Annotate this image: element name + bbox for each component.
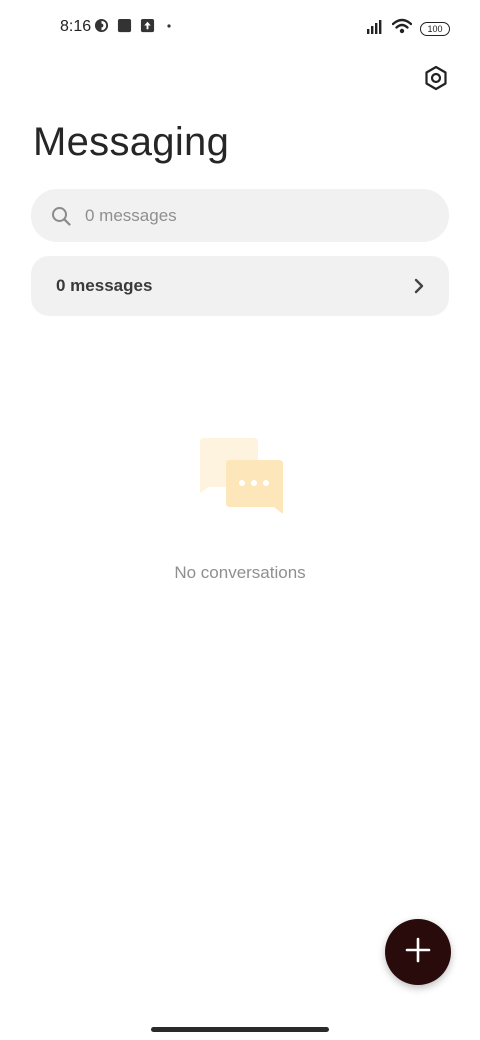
chevron-right-icon bbox=[413, 277, 425, 295]
messages-row[interactable]: 0 messages bbox=[31, 256, 449, 316]
status-bar: 8:16 100 bbox=[0, 0, 480, 56]
settings-icon bbox=[423, 65, 449, 96]
upload-notification-icon bbox=[140, 18, 155, 38]
page-title: Messaging bbox=[33, 120, 230, 164]
messages-row-label: 0 messages bbox=[56, 276, 153, 295]
app-notification-icon bbox=[94, 18, 109, 38]
status-right-icons: 100 bbox=[366, 18, 450, 39]
signal-icon bbox=[366, 19, 384, 39]
wifi-icon bbox=[391, 18, 413, 39]
search-bar[interactable] bbox=[31, 189, 449, 242]
home-indicator[interactable] bbox=[151, 1027, 329, 1032]
search-icon bbox=[50, 205, 72, 227]
plus-icon bbox=[405, 937, 431, 968]
chat-bubbles-icon bbox=[194, 435, 286, 517]
settings-button[interactable] bbox=[422, 65, 450, 96]
dot-icon bbox=[163, 19, 175, 37]
status-left-icons bbox=[94, 18, 175, 38]
search-input[interactable] bbox=[83, 204, 417, 227]
battery-icon: 100 bbox=[420, 21, 450, 36]
square-notification-icon bbox=[117, 18, 132, 38]
battery-level: 100 bbox=[427, 23, 443, 34]
status-time: 8:16 bbox=[60, 18, 92, 35]
empty-state-text: No conversations bbox=[174, 563, 306, 582]
new-conversation-button[interactable] bbox=[385, 919, 451, 985]
